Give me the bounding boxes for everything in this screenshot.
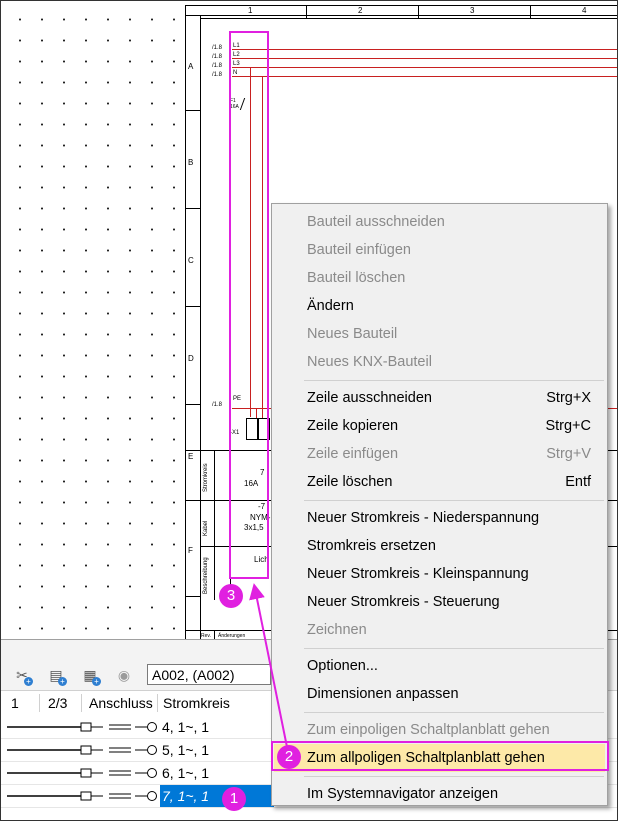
- knx-icon: ◉: [117, 666, 131, 683]
- sheet-select[interactable]: A002, (A002): [147, 664, 271, 685]
- bus-line-l1: [232, 49, 617, 50]
- conductor-ref: /1.8: [212, 45, 223, 51]
- stromkreis-cell: 5, 1~, 1: [162, 742, 210, 758]
- menu-item-new-circuit-extra-low-voltage[interactable]: Neuer Stromkreis - Kleinspannung: [274, 560, 605, 588]
- new-component-button[interactable]: ✂ +: [11, 664, 33, 686]
- menu-item-delete-row[interactable]: Zeile löschen Entf: [274, 468, 605, 496]
- connection-symbol-icon: [7, 745, 157, 755]
- step-badge-1: 1: [222, 787, 246, 811]
- menu-item-new-knx-component[interactable]: Neues KNX-Bauteil: [274, 348, 605, 376]
- stromkreis-cell: 4, 1~, 1: [162, 719, 210, 735]
- menu-item-edit[interactable]: Ändern: [274, 292, 605, 320]
- app-window: 1 2 3 4 A B C D E F /1.8 /1.8 /1.8 /1.8 …: [0, 0, 618, 821]
- menu-item-show-in-system-navigator[interactable]: Im Systemnavigator anzeigen: [274, 780, 605, 808]
- connection-symbol-icon: [7, 791, 157, 801]
- menu-item-delete-component[interactable]: Bauteil löschen: [274, 264, 605, 292]
- side-label: Kabel: [203, 520, 209, 536]
- context-menu: Bauteil ausschneiden Bauteil einfügen Ba…: [271, 203, 608, 806]
- bus-line-l3: [232, 67, 617, 68]
- stromkreis-cell: 6, 1~, 1: [162, 765, 210, 781]
- menu-item-goto-single-pole-sheet[interactable]: Zum einpoligen Schaltplanblatt gehen: [274, 716, 605, 744]
- menu-item-replace-circuit[interactable]: Stromkreis ersetzen: [274, 532, 605, 560]
- row-label: F: [188, 546, 193, 555]
- menu-item-new-circuit-low-voltage[interactable]: Neuer Stromkreis - Niederspannung: [274, 504, 605, 532]
- menu-item-draw[interactable]: Zeichnen: [274, 616, 605, 644]
- row-label: D: [188, 354, 194, 363]
- bus-line-l2: [232, 58, 617, 59]
- column-header[interactable]: 2/3: [48, 692, 67, 714]
- column-header[interactable]: Anschluss: [89, 692, 153, 714]
- step-badge-3: 3: [219, 584, 243, 608]
- highlight-box-circuit-column: [229, 31, 269, 579]
- row-label: C: [188, 256, 194, 265]
- menu-item-copy-row[interactable]: Zeile kopieren Strg+C: [274, 412, 605, 440]
- conductor-ref: /1.8: [212, 402, 223, 408]
- connection-symbol-icon: [7, 722, 157, 732]
- conductor-ref: /1.8: [212, 63, 223, 69]
- highlight-box-menu-item: [271, 741, 609, 771]
- conductor-ref: /1.8: [212, 54, 223, 60]
- side-label: Stromkreis: [203, 463, 209, 492]
- column-label: 4: [582, 6, 587, 15]
- menu-item-new-component[interactable]: Neues Bauteil: [274, 320, 605, 348]
- connection-symbol-icon: [7, 768, 157, 778]
- bus-line-n: [232, 76, 617, 77]
- new-device-button[interactable]: ▤ +: [45, 664, 67, 686]
- side-label: Beschreibung: [203, 557, 209, 594]
- plus-icon: +: [24, 677, 33, 686]
- column-label: 2: [358, 6, 363, 15]
- menu-item-new-circuit-control[interactable]: Neuer Stromkreis - Steuerung: [274, 588, 605, 616]
- plus-icon: +: [58, 677, 67, 686]
- menu-item-cut-component[interactable]: Bauteil ausschneiden: [274, 208, 605, 236]
- row-label: B: [188, 158, 194, 167]
- column-label: 1: [248, 6, 253, 15]
- menu-item-paste-row[interactable]: Zeile einfügen Strg+V: [274, 440, 605, 468]
- new-table-button[interactable]: ▦ +: [79, 664, 101, 686]
- menu-item-cut-row[interactable]: Zeile ausschneiden Strg+X: [274, 384, 605, 412]
- column-label: 3: [470, 6, 475, 15]
- conductor-ref: /1.8: [212, 72, 223, 78]
- menu-item-paste-component[interactable]: Bauteil einfügen: [274, 236, 605, 264]
- stromkreis-cell[interactable]: 7, 1~, 1: [160, 785, 274, 807]
- menu-item-options[interactable]: Optionen...: [274, 652, 605, 680]
- column-header[interactable]: Stromkreis: [163, 692, 230, 714]
- plus-icon: +: [92, 677, 101, 686]
- step-badge-2: 2: [277, 745, 301, 769]
- knx-button[interactable]: ◉: [113, 664, 135, 686]
- row-label: A: [188, 62, 194, 71]
- row-label: E: [188, 452, 194, 461]
- menu-item-adjust-dimensions[interactable]: Dimensionen anpassen: [274, 680, 605, 708]
- column-header[interactable]: 1: [11, 692, 19, 714]
